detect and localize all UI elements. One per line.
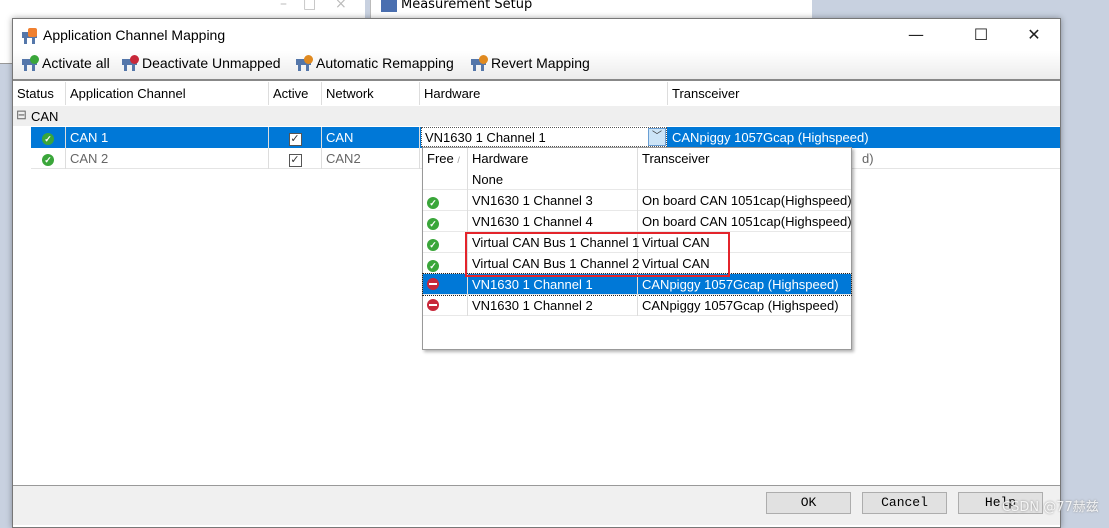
dropdown-item[interactable]: VN1630 1 Channel 2 CANpiggy 1057Gcap (Hig… [423,295,851,316]
highlight-box [465,232,730,277]
automatic-remapping-button[interactable]: Automatic Remapping [295,55,454,71]
revert-mapping-button[interactable]: Revert Mapping [470,55,590,71]
chevron-down-icon[interactable]: ﹀ [648,128,666,146]
free-cell: ✓ [423,211,468,232]
maximize-icon: □ [303,0,317,12]
dropdown-item[interactable]: ✓ VN1630 1 Channel 4 On board CAN 1051cap(… [423,211,852,232]
hardware-cell: VN1630 1 Channel 1 [468,274,638,295]
column-header-active[interactable]: Active [269,82,322,105]
sort-indicator-icon: / [457,155,460,165]
active-checkbox[interactable]: ✓ [288,133,302,146]
in-use-icon [427,278,439,290]
activate-all-icon [21,55,39,71]
revert-icon [470,55,488,71]
activate-all-label: Activate all [42,55,110,71]
deactivate-unmapped-button[interactable]: Deactivate Unmapped [121,55,281,71]
transceiver-cell [638,169,851,190]
maximize-button[interactable]: ☐ [966,25,996,45]
transceiver-cell: CANpiggy 1057Gcap (Highspeed) [642,298,839,313]
close-button[interactable]: ✕ [1019,25,1049,45]
revert-mapping-label: Revert Mapping [491,55,590,71]
in-use-icon [427,299,439,311]
hardware-combobox-value: VN1630 1 Channel 1 [425,130,546,145]
activate-all-button[interactable]: Activate all [21,55,110,71]
deactivate-unmapped-label: Deactivate Unmapped [142,55,281,71]
title-bar: Application Channel Mapping — ☐ ✕ [13,19,1060,51]
application-channel-mapping-dialog: Application Channel Mapping — ☐ ✕ Activa… [12,18,1061,528]
transceiver-cell: On board CAN 1051cap(Highspeed) [642,214,852,229]
free-cell [423,274,468,295]
button-bar: OK Cancel Help [13,485,1060,525]
toolbar: Activate all Deactivate Unmapped Automat… [13,51,1060,81]
transceiver-cell: CANpiggy 1057Gcap (Highspeed) [642,277,839,292]
transceiver: CANpiggy 1057Gcap (Highspeed) [672,130,869,145]
column-header-application-channel[interactable]: Application Channel [66,82,269,105]
free-cell: ✓ [423,190,468,211]
dropdown-item[interactable]: ✓ VN1630 1 Channel 3 On board CAN 1051cap(… [423,190,852,211]
group-label: CAN [31,109,59,124]
deactivate-icon [121,55,139,71]
dropdown-header-hardware[interactable]: Hardware [468,148,638,169]
status-ok-icon: ✓ [42,154,54,166]
hardware-cell: VN1630 1 Channel 4 [468,211,638,232]
hardware-cell: VN1630 1 Channel 3 [468,190,638,211]
close-icon: × [335,0,347,12]
hardware-cell: None [468,169,638,190]
application-channel: CAN 1 [66,127,269,148]
free-cell: ✓ [423,232,468,253]
network: CAN [322,127,420,148]
dropdown-header-free[interactable]: Free / [423,148,468,169]
free-icon: ✓ [427,218,439,230]
hardware-cell: VN1630 1 Channel 2 [468,295,638,316]
cancel-button[interactable]: Cancel [862,492,947,514]
network: CAN2 [322,148,420,169]
minimize-icon: – [280,0,287,12]
dropdown-item[interactable]: None [423,169,851,190]
measurement-setup-title: Measurement Setup [401,0,533,12]
hardware-dropdown-list: Free / Hardware Transceiver None ✓ VN1630 … [422,147,852,350]
measurement-setup-window[interactable]: Measurement Setup [370,0,812,18]
free-icon: ✓ [427,197,439,209]
collapse-icon[interactable]: ⊟ [16,107,27,123]
active-checkbox[interactable]: ✓ [288,154,302,167]
free-icon: ✓ [427,260,439,272]
status-ok-icon: ✓ [42,133,54,145]
dialog-title: Application Channel Mapping [43,27,226,43]
application-channel: CAN 2 [66,148,269,169]
column-header-transceiver[interactable]: Transceiver [668,82,1060,105]
free-cell [423,169,468,190]
group-row-can[interactable]: ⊟ CAN [13,106,1060,126]
dropdown-header-transceiver[interactable]: Transceiver [638,148,851,169]
automatic-remapping-label: Automatic Remapping [316,55,454,71]
measurement-setup-icon [381,0,397,12]
ok-button[interactable]: OK [766,492,851,514]
app-icon [21,28,37,44]
transceiver: d) [862,151,874,166]
dropdown-header: Free / Hardware Transceiver [423,148,851,169]
watermark: CSDN @77赫兹 [1002,500,1099,515]
column-header-hardware[interactable]: Hardware [420,82,668,105]
free-cell: ✓ [423,253,468,274]
free-icon: ✓ [427,239,439,251]
transceiver-cell: On board CAN 1051cap(Highspeed) [642,193,852,208]
hardware-combobox[interactable]: VN1630 1 Channel 1 ﹀ [421,127,667,147]
free-cell [423,295,468,316]
minimize-button[interactable]: — [901,25,931,45]
column-header-network[interactable]: Network [322,82,420,105]
column-header-status[interactable]: Status [13,82,66,105]
dropdown-item[interactable]: VN1630 1 Channel 1 CANpiggy 1057Gcap (Hig… [422,273,852,296]
remap-icon [295,55,313,71]
